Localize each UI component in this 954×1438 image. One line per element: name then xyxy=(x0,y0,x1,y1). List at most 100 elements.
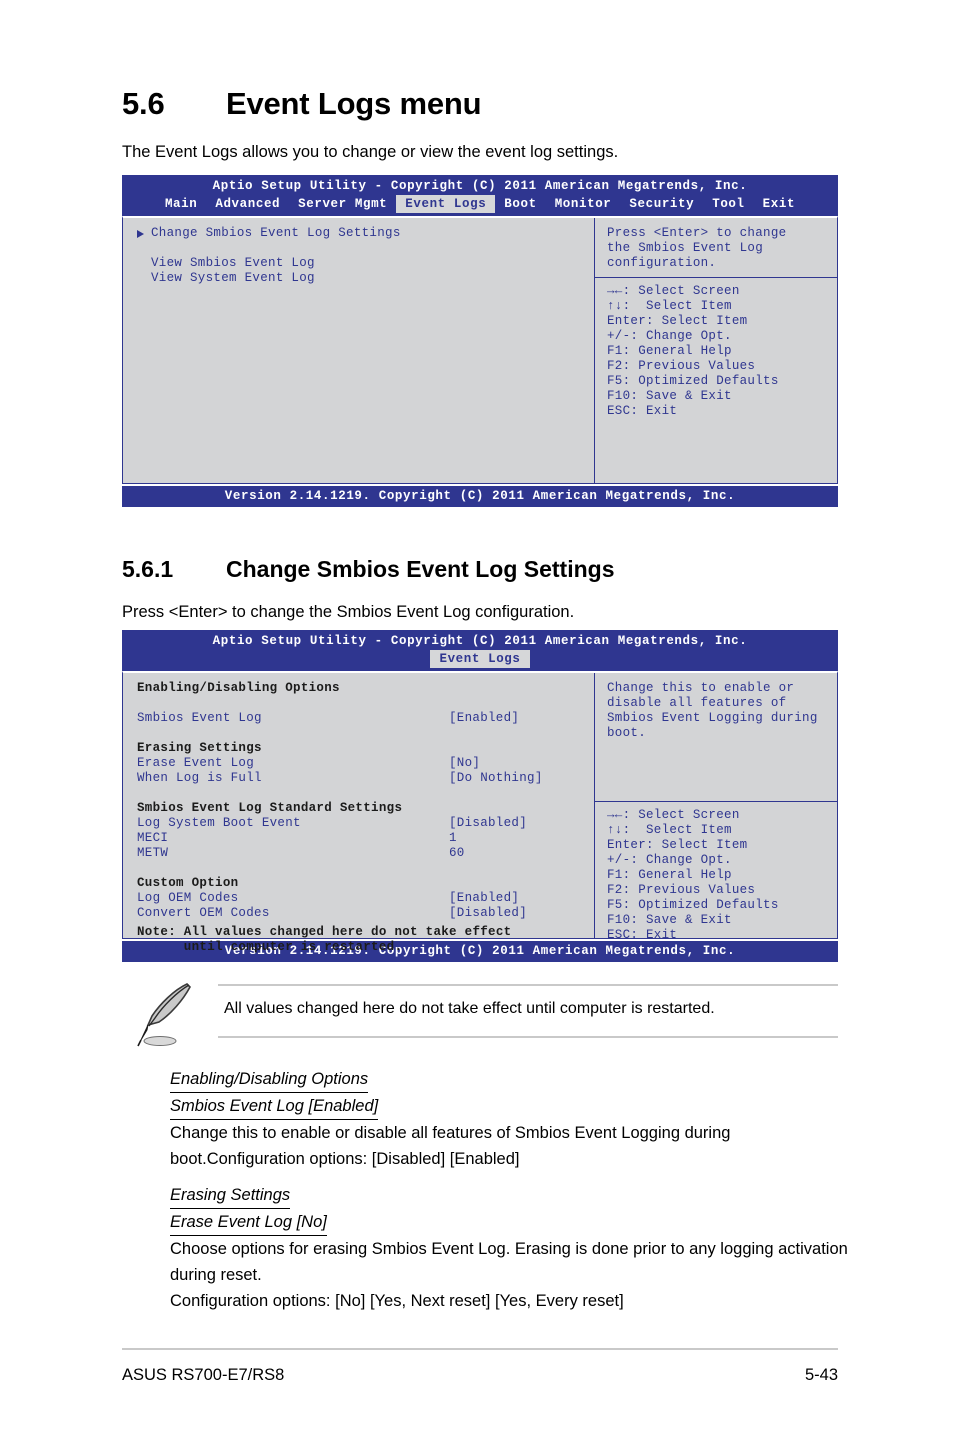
setting-value[interactable]: [Enabled] xyxy=(449,891,519,906)
setting-label: MECI xyxy=(137,831,169,845)
explanation-body: Change this to enable or disable all fea… xyxy=(170,1124,731,1168)
footer-page-number: 5-43 xyxy=(804,1366,838,1384)
setting-label: Log OEM Codes xyxy=(137,891,239,905)
help-line: boot. xyxy=(607,726,647,740)
nav-key-select-screen: →←: Select Screen xyxy=(607,808,740,822)
bios-menu-pane: Change Smbios Event Log Settings View Sm… xyxy=(123,218,595,483)
nav-key-f2: F2: Previous Values xyxy=(607,359,756,373)
setting-row-meci[interactable]: MECI 1 xyxy=(137,831,584,846)
setting-value[interactable]: [No] xyxy=(449,756,480,771)
footer-product-name: ASUS RS700-E7/RS8 xyxy=(122,1366,285,1384)
setting-row-metw[interactable]: METW 60 xyxy=(137,846,584,861)
setting-row-log-system-boot-event[interactable]: Log System Boot Event [Disabled] xyxy=(137,816,584,831)
explanation-body-line-2: Configuration options: [No] [Yes, Next r… xyxy=(170,1292,624,1310)
bios-tab-security[interactable]: Security xyxy=(620,195,703,213)
menu-spacer xyxy=(137,241,584,256)
nav-key-f10: F10: Save & Exit xyxy=(607,913,732,927)
help-line: disable all features of xyxy=(607,696,787,710)
bios-tab-event-logs[interactable]: Event Logs xyxy=(396,195,496,213)
bios-tab-boot[interactable]: Boot xyxy=(495,195,545,213)
quill-pen-icon xyxy=(137,983,191,1047)
nav-key-change-opt: +/-: Change Opt. xyxy=(607,329,732,343)
note-text: All values changed here do not take effe… xyxy=(224,1000,715,1017)
explanation-block-erasing-settings: Erasing Settings Erase Event Log [No] Ch… xyxy=(170,1182,850,1314)
explanation-subheading: Enabling/Disabling Options xyxy=(170,1066,369,1093)
group-heading-enabling-disabling-options: Enabling/Disabling Options xyxy=(137,681,340,695)
setting-value[interactable]: [Disabled] xyxy=(449,816,527,831)
bios-tab-main[interactable]: Main xyxy=(156,195,206,213)
nav-key-esc: ESC: Exit xyxy=(607,404,678,418)
setting-label: Log System Boot Event xyxy=(137,816,301,830)
menu-item-label: View System Event Log xyxy=(151,271,315,285)
bios-inline-note-line-1: Note: All values changed here do not tak… xyxy=(137,925,512,939)
setting-value[interactable]: 60 xyxy=(449,846,465,861)
bios-screenshot-event-logs-menu: Aptio Setup Utility - Copyright (C) 2011… xyxy=(122,175,838,507)
bios-tab-bar[interactable]: Event Logs xyxy=(122,650,838,671)
setting-row-erase-event-log[interactable]: Erase Event Log [No] xyxy=(137,756,584,771)
group-heading-erasing-settings: Erasing Settings xyxy=(137,741,262,755)
nav-key-f5: F5: Optimized Defaults xyxy=(607,374,779,388)
explanation-subheading: Erasing Settings xyxy=(170,1182,291,1209)
menu-item-view-smbios-event-log[interactable]: View Smbios Event Log xyxy=(137,256,584,271)
bios-side-pane: Change this to enable or disable all fea… xyxy=(595,673,837,942)
bios-settings-pane: Enabling/Disabling Options Smbios Event … xyxy=(123,673,595,954)
bios-tab-tool[interactable]: Tool xyxy=(703,195,753,213)
bios-tab-exit[interactable]: Exit xyxy=(754,195,804,213)
section-number: 5.6.1 xyxy=(122,556,174,582)
nav-key-enter: Enter: Select Item xyxy=(607,314,748,328)
nav-key-select-item: ↑↓: Select Item xyxy=(607,823,732,837)
help-line: the Smbios Event Log xyxy=(607,241,764,255)
section-heading-5-6: 5.6 Event Logs menu xyxy=(122,86,482,122)
setting-row-smbios-event-log[interactable]: Smbios Event Log [Enabled] xyxy=(137,711,584,726)
menu-item-label: Change Smbios Event Log Settings xyxy=(151,226,401,240)
setting-value[interactable]: [Enabled] xyxy=(449,711,519,726)
bios-help-text: Change this to enable or disable all fea… xyxy=(595,673,837,801)
nav-key-enter: Enter: Select Item xyxy=(607,838,748,852)
nav-key-select-screen: →←: Select Screen xyxy=(607,284,740,298)
explanation-setting-name: Smbios Event Log [Enabled] xyxy=(170,1093,379,1120)
nav-key-f1: F1: General Help xyxy=(607,344,732,358)
setting-row-when-log-is-full[interactable]: When Log is Full [Do Nothing] xyxy=(137,771,584,786)
help-line: Change this to enable or xyxy=(607,681,795,695)
submenu-arrow-icon xyxy=(137,229,144,238)
bios-screenshot-change-smbios-event-log-settings: Aptio Setup Utility - Copyright (C) 2011… xyxy=(122,630,838,962)
nav-key-esc: ESC: Exit xyxy=(607,928,678,942)
explanation-setting-name: Erase Event Log [No] xyxy=(170,1209,327,1236)
note-rule-top xyxy=(218,984,838,986)
note-callout: All values changed here do not take effe… xyxy=(122,978,838,1048)
bios-tab-server-mgmt[interactable]: Server Mgmt xyxy=(289,195,396,213)
bios-tab-monitor[interactable]: Monitor xyxy=(546,195,621,213)
bios-tab-advanced[interactable]: Advanced xyxy=(206,195,289,213)
bios-tab-event-logs[interactable]: Event Logs xyxy=(430,650,530,668)
bios-version-footer: Version 2.14.1219. Copyright (C) 2011 Am… xyxy=(122,486,838,507)
section-5-6-intro: The Event Logs allows you to change or v… xyxy=(122,143,619,161)
setting-value[interactable]: [Do Nothing] xyxy=(449,771,543,786)
setting-row-convert-oem-codes[interactable]: Convert OEM Codes [Disabled] xyxy=(137,906,584,921)
note-rule-bottom xyxy=(218,1036,838,1038)
bios-body: Change Smbios Event Log Settings View Sm… xyxy=(122,216,838,484)
help-line: configuration. xyxy=(607,256,717,270)
group-heading-custom-option: Custom Option xyxy=(137,876,239,890)
setting-row-log-oem-codes[interactable]: Log OEM Codes [Enabled] xyxy=(137,891,584,906)
setting-value[interactable]: 1 xyxy=(449,831,457,846)
menu-item-label: View Smbios Event Log xyxy=(151,256,315,270)
nav-key-f2: F2: Previous Values xyxy=(607,883,756,897)
menu-item-change-smbios-event-log-settings[interactable]: Change Smbios Event Log Settings xyxy=(137,226,584,241)
setting-label: When Log is Full xyxy=(137,771,262,785)
bios-navigation-legend: →←: Select Screen ↑↓: Select Item Enter:… xyxy=(595,801,837,951)
section-5-6-1-intro: Press <Enter> to change the Smbios Event… xyxy=(122,603,575,621)
bios-navigation-legend: →←: Select Screen ↑↓: Select Item Enter:… xyxy=(595,277,837,483)
explanation-block-enabling-disabling-options: Enabling/Disabling Options Smbios Event … xyxy=(170,1066,850,1172)
bios-side-pane: Press <Enter> to change the Smbios Event… xyxy=(595,218,837,483)
setting-value[interactable]: [Disabled] xyxy=(449,906,527,921)
bios-help-text: Press <Enter> to change the Smbios Event… xyxy=(595,218,837,277)
setting-label: Smbios Event Log xyxy=(137,711,262,725)
bios-inline-note-line-2: until computer is restarted. xyxy=(137,940,403,954)
menu-item-view-system-event-log[interactable]: View System Event Log xyxy=(137,271,584,286)
bios-titlebar: Aptio Setup Utility - Copyright (C) 2011… xyxy=(122,630,838,650)
bios-tab-bar[interactable]: Main Advanced Server Mgmt Event Logs Boo… xyxy=(122,195,838,216)
